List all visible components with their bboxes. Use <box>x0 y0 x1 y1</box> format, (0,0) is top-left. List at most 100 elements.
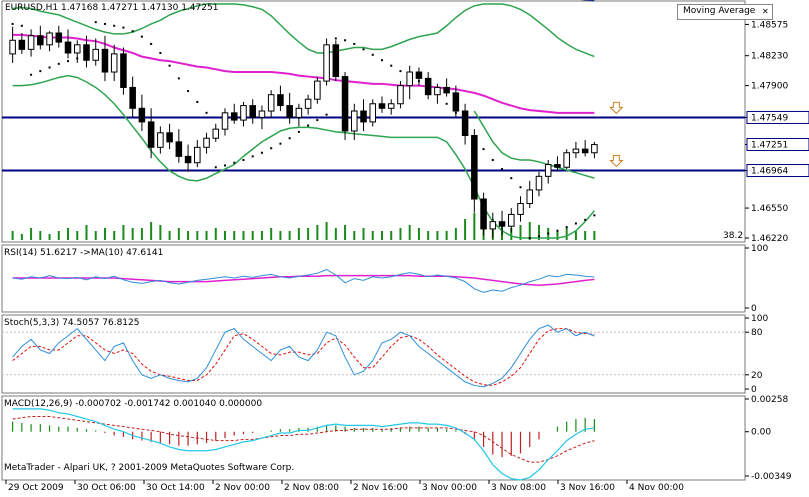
candle-body[interactable] <box>176 142 182 157</box>
candle-body[interactable] <box>56 33 62 42</box>
candle-body[interactable] <box>582 149 588 153</box>
sar-dot <box>187 90 189 92</box>
sar-dot <box>381 59 383 61</box>
candle-body[interactable] <box>296 108 302 117</box>
sar-dot <box>501 168 503 170</box>
x-tick-label: 30 Oct 14:00 <box>146 483 205 493</box>
candle-body[interactable] <box>361 111 367 122</box>
candle-body[interactable] <box>195 147 201 162</box>
candle-body[interactable] <box>481 199 487 229</box>
candle-body[interactable] <box>499 222 505 227</box>
candle-body[interactable] <box>268 95 274 111</box>
candle-body[interactable] <box>536 176 542 190</box>
candle-body[interactable] <box>435 87 441 94</box>
x-tick-label: 2 Nov 08:00 <box>284 483 339 493</box>
candle-body[interactable] <box>315 81 321 99</box>
sar-dot <box>169 65 171 67</box>
stoch-y-tick-label: 0 <box>751 385 757 395</box>
y-tick-label: 1.46220 <box>751 234 788 244</box>
candle-body[interactable] <box>509 214 515 226</box>
candle-body[interactable] <box>490 222 496 229</box>
sar-dot <box>390 65 392 67</box>
candle-body[interactable] <box>185 156 191 162</box>
sar-dot <box>326 114 328 116</box>
candle-body[interactable] <box>222 113 228 129</box>
candle-body[interactable] <box>93 49 99 60</box>
candle-body[interactable] <box>121 54 127 88</box>
sar-dot <box>566 226 568 228</box>
candle-body[interactable] <box>379 104 385 109</box>
x-tick-label: 3 Nov 08:00 <box>491 483 546 493</box>
candle-body[interactable] <box>84 45 90 60</box>
candle-body[interactable] <box>241 106 247 121</box>
candle-body[interactable] <box>250 106 256 118</box>
candle-body[interactable] <box>416 72 422 78</box>
candle-body[interactable] <box>592 145 598 153</box>
candle-body[interactable] <box>333 45 339 77</box>
candle-body[interactable] <box>204 138 210 147</box>
sar-dot <box>547 232 549 234</box>
candle-body[interactable] <box>407 72 413 86</box>
y-tick-label: 1.47549 <box>751 113 788 123</box>
candle-body[interactable] <box>74 45 80 53</box>
chart-window[interactable]: 1.485751.482301.479001.475491.472511.469… <box>0 0 809 494</box>
candle-body[interactable] <box>130 87 136 108</box>
candle-body[interactable] <box>111 54 117 72</box>
sar-dot <box>279 143 281 145</box>
candle-body[interactable] <box>47 33 53 45</box>
sar-dot <box>30 74 32 76</box>
chart-canvas[interactable]: 1.485751.482301.479001.475491.472511.469… <box>0 0 809 494</box>
candle-body[interactable] <box>213 129 219 138</box>
sar-dot <box>335 37 337 39</box>
candle-body[interactable] <box>259 111 265 117</box>
candle-body[interactable] <box>65 42 71 53</box>
sar-dot <box>95 21 97 23</box>
candle-body[interactable] <box>102 49 108 72</box>
candle-body[interactable] <box>139 108 145 122</box>
candle-body[interactable] <box>573 149 579 153</box>
candle-body[interactable] <box>370 104 376 122</box>
stoch-y-tick-label: 100 <box>751 314 768 324</box>
sar-dot <box>233 162 235 164</box>
candle-body[interactable] <box>167 133 173 142</box>
close-icon[interactable]: ✕ <box>762 6 769 17</box>
candle-body[interactable] <box>472 136 478 199</box>
candle-body[interactable] <box>28 36 34 50</box>
candle-body[interactable] <box>425 78 431 94</box>
candle-body[interactable] <box>305 99 311 108</box>
candle-body[interactable] <box>398 86 404 104</box>
stoch-y-tick-label: 80 <box>751 328 763 338</box>
candle-body[interactable] <box>545 165 551 177</box>
x-tick-label: 3 Nov 16:00 <box>560 483 615 493</box>
candle-body[interactable] <box>352 111 358 131</box>
candle-body[interactable] <box>10 40 16 54</box>
x-tick-label: 3 Nov 00:00 <box>422 483 477 493</box>
candle-body[interactable] <box>453 93 459 111</box>
sar-dot <box>492 159 494 161</box>
candle-body[interactable] <box>231 113 237 120</box>
candle-body[interactable] <box>19 40 25 49</box>
sar-dot <box>113 25 115 27</box>
candle-body[interactable] <box>527 190 533 204</box>
indicator-selector[interactable]: Moving Average ✕ <box>677 4 773 20</box>
candle-body[interactable] <box>148 122 154 147</box>
sar-dot <box>353 43 355 45</box>
candle-body[interactable] <box>158 133 164 148</box>
candle-body[interactable] <box>444 87 450 92</box>
candle-body[interactable] <box>342 77 348 131</box>
y-tick-label: 1.48575 <box>751 20 788 30</box>
candle-body[interactable] <box>555 165 561 168</box>
sar-dot <box>316 119 318 121</box>
sar-dot <box>12 23 14 25</box>
candle-body[interactable] <box>287 106 293 118</box>
x-tick-label: 4 Nov 00:00 <box>629 483 684 493</box>
candle-body[interactable] <box>324 45 330 81</box>
candle-body[interactable] <box>462 111 468 135</box>
sar-dot <box>520 186 522 188</box>
y-tick-label: 1.47900 <box>751 82 788 92</box>
candle-body[interactable] <box>388 104 394 109</box>
candle-body[interactable] <box>38 36 44 45</box>
candle-body[interactable] <box>564 153 570 168</box>
candle-body[interactable] <box>278 95 284 106</box>
candle-body[interactable] <box>518 204 524 215</box>
